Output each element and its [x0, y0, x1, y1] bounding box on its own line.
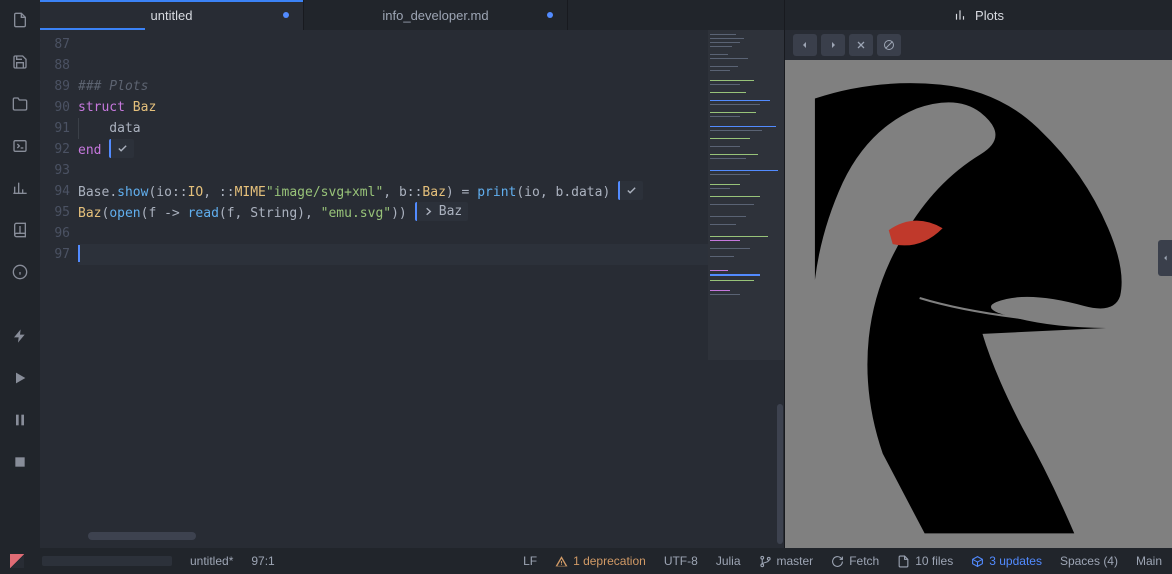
code-lines[interactable]: ### Plots struct Baz data end Base.show(…	[78, 30, 708, 548]
status-spaces[interactable]: Spaces (4)	[1060, 554, 1118, 568]
status-filename[interactable]: untitled*	[190, 554, 233, 568]
save-icon[interactable]	[6, 48, 34, 76]
code-editor[interactable]: 87 88 89 90 91 92 93 94 95 96 97 ### Plo…	[40, 30, 708, 548]
plot-next-button[interactable]	[821, 34, 845, 56]
file-icon	[897, 555, 910, 568]
status-language[interactable]: Julia	[716, 554, 741, 568]
app-logo-icon[interactable]	[10, 554, 24, 568]
status-branch[interactable]: master	[759, 554, 814, 568]
info-icon[interactable]	[6, 258, 34, 286]
warning-icon	[555, 555, 568, 568]
inline-result-check[interactable]	[109, 139, 134, 158]
tab-title: info_developer.md	[382, 8, 488, 23]
panel-collapse-handle[interactable]	[1158, 240, 1172, 276]
horizontal-scrollbar[interactable]	[88, 532, 196, 540]
status-deprecation[interactable]: 1 deprecation	[555, 554, 646, 568]
activity-bar	[0, 0, 40, 548]
plot-prev-button[interactable]	[793, 34, 817, 56]
run-fast-icon[interactable]	[6, 322, 34, 350]
status-main[interactable]: Main	[1136, 554, 1162, 568]
git-branch-icon	[759, 555, 772, 568]
status-fetch[interactable]: Fetch	[831, 554, 879, 568]
status-bar: untitled* 97:1 LF 1 deprecation UTF-8 Ju…	[0, 548, 1172, 574]
inline-result-baz[interactable]: Baz	[415, 202, 468, 221]
bar-chart-icon	[953, 8, 967, 22]
modified-dot-icon	[283, 12, 289, 18]
editor-pane: untitled info_developer.md 87 88 89 90 9…	[40, 0, 784, 548]
status-placeholder-block	[42, 556, 172, 566]
minimap-scroll-thumb[interactable]	[777, 404, 783, 544]
plots-header: Plots	[785, 0, 1172, 30]
plots-panel: Plots	[784, 0, 1172, 548]
play-icon[interactable]	[6, 364, 34, 392]
minimap[interactable]	[708, 30, 784, 548]
terminal-icon[interactable]	[6, 132, 34, 160]
folder-icon[interactable]	[6, 90, 34, 118]
plot-canvas[interactable]	[785, 60, 1172, 548]
cursor	[78, 245, 80, 262]
pause-icon[interactable]	[6, 406, 34, 434]
stop-icon[interactable]	[6, 448, 34, 476]
new-file-icon[interactable]	[6, 6, 34, 34]
status-eol[interactable]: LF	[523, 554, 537, 568]
tab-untitled[interactable]: untitled	[40, 0, 304, 30]
tab-info-developer[interactable]: info_developer.md	[304, 0, 568, 30]
line-gutter: 87 88 89 90 91 92 93 94 95 96 97	[40, 30, 78, 548]
status-files[interactable]: 10 files	[897, 554, 953, 568]
inline-result-check[interactable]	[618, 181, 643, 200]
plot-close-button[interactable]	[849, 34, 873, 56]
plots-toolbar	[785, 30, 1172, 60]
docs-icon[interactable]	[6, 216, 34, 244]
status-encoding[interactable]: UTF-8	[664, 554, 698, 568]
status-updates[interactable]: 3 updates	[971, 554, 1042, 568]
package-icon	[971, 555, 984, 568]
plots-icon[interactable]	[6, 174, 34, 202]
emu-svg-image	[785, 60, 1172, 548]
plots-title: Plots	[975, 8, 1004, 23]
sync-icon	[831, 555, 844, 568]
status-cursor[interactable]: 97:1	[251, 554, 274, 568]
modified-dot-icon	[547, 12, 553, 18]
tab-title: untitled	[151, 8, 193, 23]
tab-bar: untitled info_developer.md	[40, 0, 784, 30]
plot-forbid-button[interactable]	[877, 34, 901, 56]
